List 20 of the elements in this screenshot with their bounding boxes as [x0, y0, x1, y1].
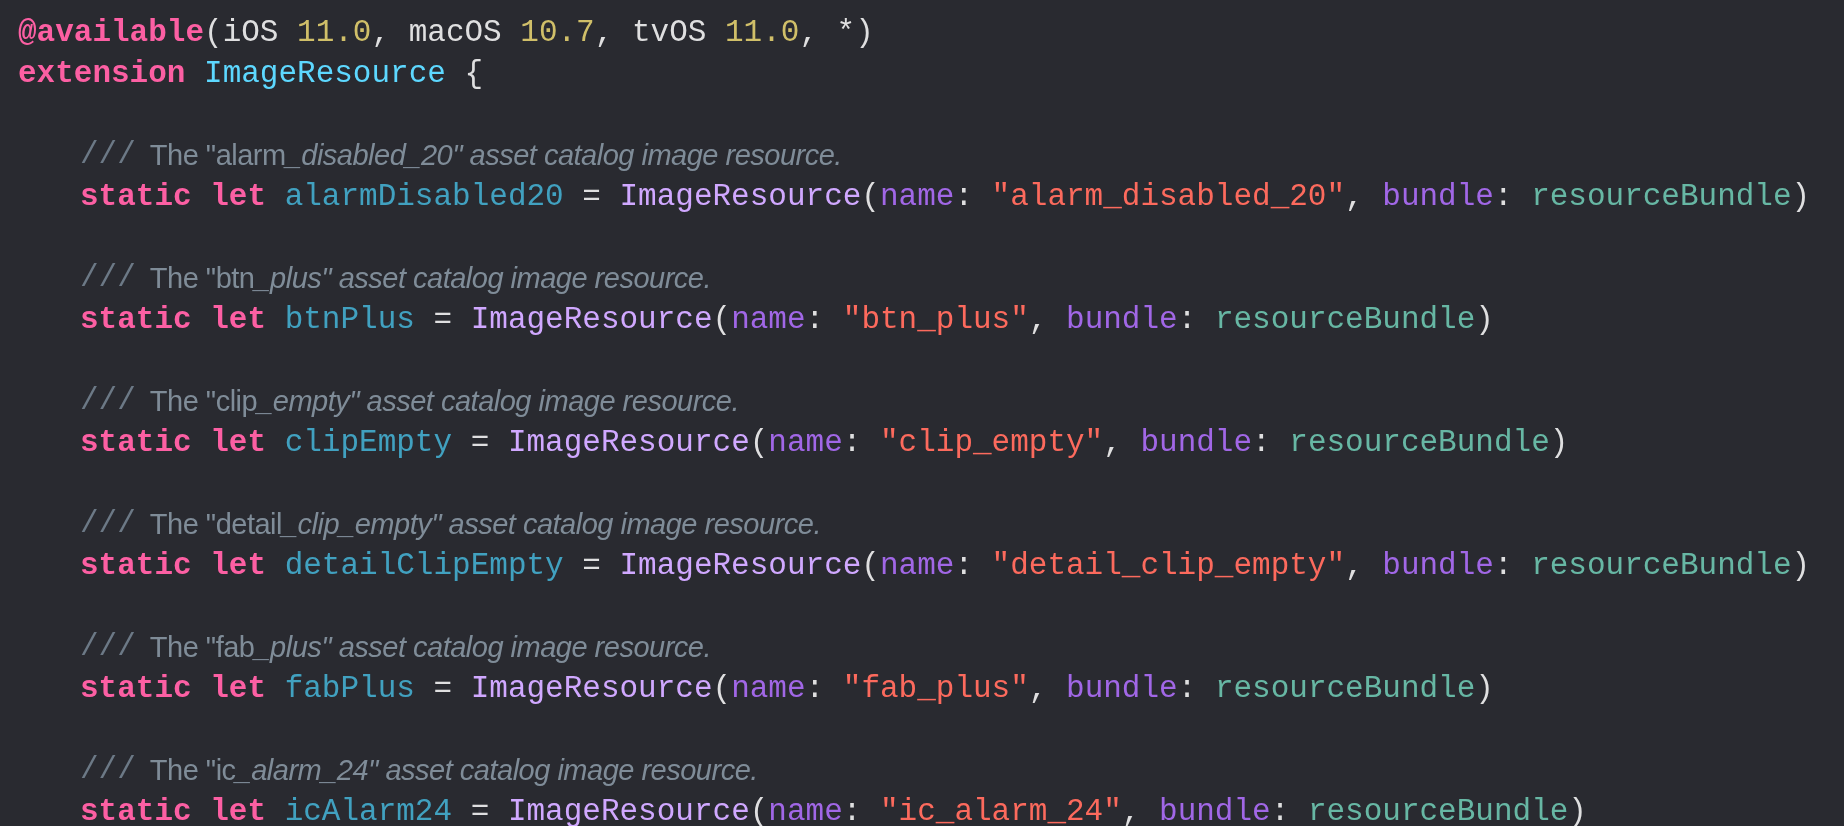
code-line: static let alarmDisabled20 = ImageResource(name: "alarm_disabled_20", bundle: resourceBundle): [80, 178, 1811, 216]
doc-comment: The "clip_empty" asset catalog image resource.: [149, 383, 739, 419]
comment-marker: ///: [80, 136, 136, 175]
code-line: static let btnPlus = ImageResource(name: "btn_plus", bundle: resourceBundle): [80, 301, 1494, 339]
comment-marker: ///: [80, 628, 136, 667]
doc-comment: The "btn_plus" asset catalog image resource.: [149, 260, 711, 296]
code-line: static let fabPlus = ImageResource(name: "fab_plus", bundle: resourceBundle): [80, 670, 1494, 708]
code-line: static let clipEmpty = ImageResource(name: "clip_empty", bundle: resourceBundle): [80, 424, 1569, 462]
doc-comment: The "fab_plus" asset catalog image resource.: [149, 629, 711, 665]
code-line: @available(iOS 11.0, macOS 10.7, tvOS 11.0, *): [18, 14, 874, 52]
code-line: extension ImageResource {: [18, 55, 484, 93]
doc-comment: The "detail_clip_empty" asset catalog image resource.: [149, 506, 821, 542]
comment-marker: ///: [80, 751, 136, 790]
code-line: static let icAlarm24 = ImageResource(name: "ic_alarm_24", bundle: resourceBundle): [80, 793, 1587, 826]
doc-comment: The "alarm_disabled_20" asset catalog image resource.: [149, 137, 842, 173]
comment-marker: ///: [80, 259, 136, 298]
doc-comment: The "ic_alarm_24" asset catalog image resource.: [149, 752, 758, 788]
comment-marker: ///: [80, 505, 136, 544]
comment-marker: ///: [80, 382, 136, 421]
code-line: static let detailClipEmpty = ImageResource(name: "detail_clip_empty", bundle: resourceBundle): [80, 547, 1811, 585]
